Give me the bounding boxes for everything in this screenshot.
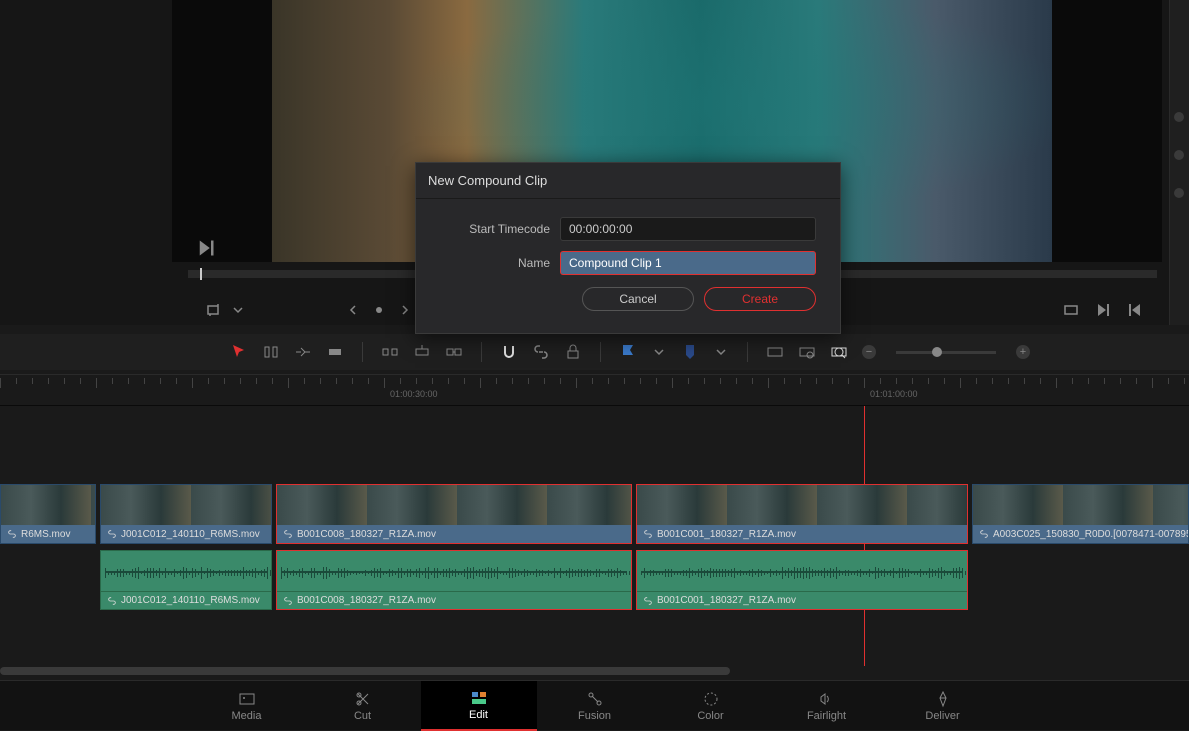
chevron-down-icon[interactable] bbox=[230, 302, 246, 318]
zoom-full-icon[interactable] bbox=[766, 343, 784, 361]
page-color[interactable]: Color bbox=[653, 681, 769, 731]
link-icon bbox=[107, 596, 117, 606]
link-icon bbox=[7, 529, 17, 539]
zoom-custom-icon[interactable] bbox=[830, 343, 848, 361]
clip-label: B001C008_180327_R1ZA.mov bbox=[297, 529, 436, 540]
prev-icon[interactable] bbox=[345, 302, 361, 318]
timeline-ruler[interactable]: 01:00:30:00 01:01:00:00 bbox=[0, 374, 1189, 406]
zoom-in-button[interactable]: + bbox=[1016, 345, 1030, 359]
page-edit[interactable]: Edit bbox=[421, 681, 537, 731]
clip-label: B001C001_180327_R1ZA.mov bbox=[657, 529, 796, 540]
page-deliver[interactable]: Deliver bbox=[885, 681, 1001, 731]
page-label: Cut bbox=[354, 710, 371, 722]
color-icon bbox=[702, 690, 720, 708]
link-icon bbox=[979, 529, 989, 539]
panel-dot[interactable] bbox=[1174, 188, 1184, 198]
selection-tool-icon[interactable] bbox=[230, 343, 248, 361]
crop-icon[interactable] bbox=[206, 302, 222, 318]
clip-label: A003C025_150830_R0D0.[0078471-0078950 bbox=[993, 529, 1188, 540]
name-input[interactable] bbox=[560, 251, 816, 275]
page-media[interactable]: Media bbox=[189, 681, 305, 731]
link-icon bbox=[107, 529, 117, 539]
snap-icon[interactable] bbox=[500, 343, 518, 361]
fusion-icon bbox=[586, 690, 604, 708]
page-label: Deliver bbox=[925, 710, 959, 722]
panel-dot[interactable] bbox=[1174, 112, 1184, 122]
ruler-timecode: 01:01:00:00 bbox=[870, 389, 918, 399]
horizontal-scrollbar[interactable] bbox=[0, 666, 1189, 676]
marker-icon[interactable] bbox=[681, 343, 699, 361]
play-next-icon[interactable] bbox=[196, 238, 216, 258]
timeline[interactable]: R6MS.mov J001C012_140110_R6MS.mov B001C008… bbox=[0, 406, 1189, 674]
link-icon bbox=[643, 529, 653, 539]
dot-icon[interactable] bbox=[371, 302, 387, 318]
page-label: Fairlight bbox=[807, 710, 846, 722]
zoom-slider[interactable] bbox=[896, 351, 996, 354]
page-fairlight[interactable]: Fairlight bbox=[769, 681, 885, 731]
cut-icon bbox=[354, 690, 372, 708]
name-label: Name bbox=[440, 256, 560, 270]
zoom-detail-icon[interactable] bbox=[798, 343, 816, 361]
clip-label: J001C012_140110_R6MS.mov bbox=[121, 529, 260, 540]
media-icon bbox=[238, 690, 256, 708]
scrollbar-thumb[interactable] bbox=[0, 667, 730, 675]
audio-clip[interactable]: B001C001_180327_R1ZA.mov bbox=[636, 550, 968, 610]
skip-next-icon[interactable] bbox=[1095, 302, 1111, 318]
page-bar: Media Cut Edit Fusion Color Fairlight De… bbox=[0, 680, 1189, 730]
panel-dot[interactable] bbox=[1174, 150, 1184, 160]
lock-icon[interactable] bbox=[564, 343, 582, 361]
link-icon bbox=[283, 529, 293, 539]
zoom-out-button[interactable]: − bbox=[862, 345, 876, 359]
edit-icon bbox=[470, 689, 488, 707]
clip-label: B001C001_180327_R1ZA.mov bbox=[657, 595, 796, 606]
page-label: Media bbox=[232, 710, 262, 722]
clip-label: B001C008_180327_R1ZA.mov bbox=[297, 595, 436, 606]
create-button[interactable]: Create bbox=[704, 287, 816, 311]
cancel-button[interactable]: Cancel bbox=[582, 287, 694, 311]
link-icon bbox=[643, 596, 653, 606]
audio-clip[interactable]: J001C012_140110_R6MS.mov bbox=[100, 550, 272, 610]
video-clip[interactable]: R6MS.mov bbox=[0, 484, 96, 544]
page-label: Color bbox=[697, 710, 723, 722]
loop-icon[interactable] bbox=[1063, 302, 1079, 318]
right-panel bbox=[1169, 0, 1189, 325]
dynamic-trim-icon[interactable] bbox=[294, 343, 312, 361]
timeline-toolbar: − + bbox=[0, 334, 1189, 370]
timecode-label: Start Timecode bbox=[440, 222, 560, 236]
clip-label: R6MS.mov bbox=[21, 529, 70, 540]
replace-icon[interactable] bbox=[445, 343, 463, 361]
next-icon[interactable] bbox=[397, 302, 413, 318]
audio-clip[interactable]: B001C008_180327_R1ZA.mov bbox=[276, 550, 632, 610]
chevron-down-icon[interactable] bbox=[713, 344, 729, 360]
insert-icon[interactable] bbox=[381, 343, 399, 361]
chevron-down-icon[interactable] bbox=[651, 344, 667, 360]
page-label: Fusion bbox=[578, 710, 611, 722]
new-compound-clip-dialog: New Compound Clip Start Timecode Name Ca… bbox=[415, 162, 841, 334]
timecode-input[interactable] bbox=[560, 217, 816, 241]
page-fusion[interactable]: Fusion bbox=[537, 681, 653, 731]
dialog-title: New Compound Clip bbox=[416, 163, 840, 199]
video-clip[interactable]: A003C025_150830_R0D0.[0078471-0078950 bbox=[972, 484, 1189, 544]
page-cut[interactable]: Cut bbox=[305, 681, 421, 731]
link-icon bbox=[283, 596, 293, 606]
skip-prev-icon[interactable] bbox=[1127, 302, 1143, 318]
video-clip[interactable]: B001C008_180327_R1ZA.mov bbox=[276, 484, 632, 544]
flag-icon[interactable] bbox=[619, 343, 637, 361]
clip-label: J001C012_140110_R6MS.mov bbox=[121, 595, 260, 606]
page-label: Edit bbox=[469, 709, 488, 721]
audio-track: J001C012_140110_R6MS.mov B001C008_180327_… bbox=[0, 550, 1189, 612]
trim-tool-icon[interactable] bbox=[262, 343, 280, 361]
ruler-timecode: 01:00:30:00 bbox=[390, 389, 438, 399]
video-clip[interactable]: J001C012_140110_R6MS.mov bbox=[100, 484, 272, 544]
blade-tool-icon[interactable] bbox=[326, 343, 344, 361]
deliver-icon bbox=[934, 690, 952, 708]
overwrite-icon[interactable] bbox=[413, 343, 431, 361]
fairlight-icon bbox=[818, 690, 836, 708]
video-clip[interactable]: B001C001_180327_R1ZA.mov bbox=[636, 484, 968, 544]
video-track: R6MS.mov J001C012_140110_R6MS.mov B001C008… bbox=[0, 484, 1189, 546]
link-icon[interactable] bbox=[532, 343, 550, 361]
